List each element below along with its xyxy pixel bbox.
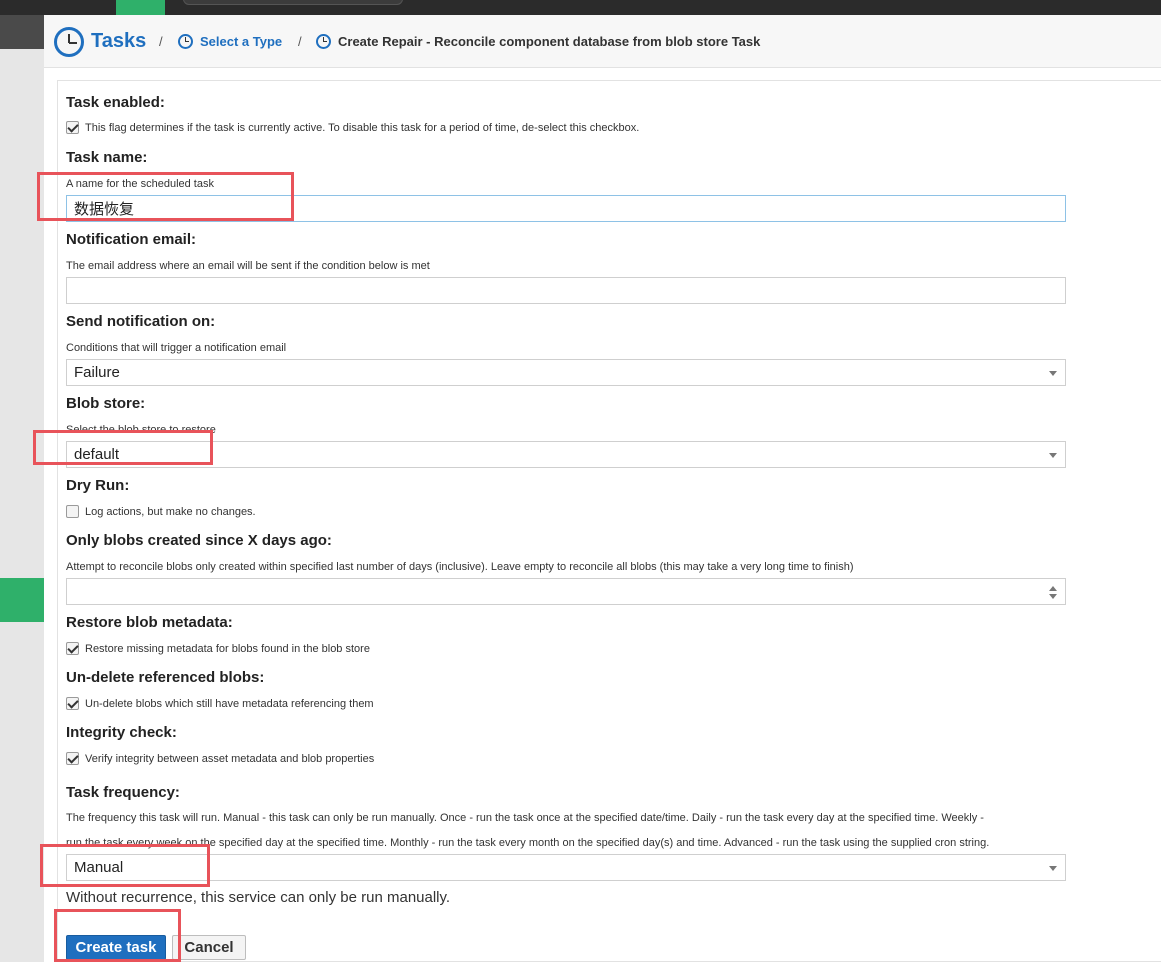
- spinner-up-icon[interactable]: [1049, 586, 1057, 591]
- undelete-label: Un-delete referenced blobs:: [66, 669, 265, 686]
- task-name-help: A name for the scheduled task: [66, 178, 214, 190]
- send-notification-label: Send notification on:: [66, 313, 216, 330]
- dry-run-row[interactable]: Log actions, but make no changes.: [66, 505, 256, 518]
- clock-icon: [178, 34, 193, 49]
- frequency-label: Task frequency:: [66, 784, 180, 801]
- restore-metadata-checkbox[interactable]: [66, 642, 79, 655]
- blob-store-label: Blob store:: [66, 395, 146, 412]
- task-name-label: Task name:: [66, 149, 148, 166]
- send-notification-select[interactable]: Failure: [66, 359, 1066, 386]
- restore-metadata-help: Restore missing metadata for blobs found…: [85, 642, 370, 655]
- search-box[interactable]: [183, 0, 403, 5]
- restore-metadata-label: Restore blob metadata:: [66, 614, 233, 631]
- task-enabled-checkbox[interactable]: [66, 121, 79, 134]
- undelete-checkbox[interactable]: [66, 697, 79, 710]
- frequency-note: Without recurrence, this service can onl…: [66, 889, 451, 906]
- since-days-label: Only blobs created since X days ago:: [66, 532, 332, 549]
- create-task-button[interactable]: Create task: [66, 935, 166, 960]
- undelete-help: Un-delete blobs which still have metadat…: [85, 697, 374, 710]
- breadcrumb-select-type-label[interactable]: Select a Type: [200, 34, 282, 49]
- dry-run-help: Log actions, but make no changes.: [85, 505, 256, 518]
- send-notification-value: Failure: [74, 364, 120, 381]
- integrity-label: Integrity check:: [66, 724, 177, 741]
- spinner-down-icon[interactable]: [1049, 594, 1057, 599]
- integrity-checkbox[interactable]: [66, 752, 79, 765]
- notification-email-label: Notification email:: [66, 231, 197, 248]
- notification-email-input[interactable]: [66, 277, 1066, 304]
- integrity-row[interactable]: Verify integrity between asset metadata …: [66, 752, 374, 765]
- since-days-help: Attempt to reconcile blobs only created …: [66, 561, 854, 573]
- top-toolbar: [0, 0, 1161, 15]
- dry-run-label: Dry Run:: [66, 477, 130, 494]
- frequency-help-line1: The frequency this task will run. Manual…: [66, 812, 984, 824]
- clock-icon: [316, 34, 331, 49]
- frequency-help-line2: run the task every week on the specified…: [66, 837, 990, 849]
- integrity-help: Verify integrity between asset metadata …: [85, 752, 375, 765]
- task-enabled-label: Task enabled:: [66, 94, 165, 111]
- blob-store-select[interactable]: default: [66, 441, 1066, 468]
- breadcrumb-separator: /: [159, 34, 163, 49]
- task-name-value: 数据恢复: [74, 201, 135, 218]
- blob-store-value: default: [74, 446, 120, 463]
- breadcrumb-root-label[interactable]: Tasks: [91, 30, 146, 53]
- notification-email-help: The email address where an email will be…: [66, 260, 430, 272]
- task-enabled-row[interactable]: This flag determines if the task is curr…: [66, 121, 639, 134]
- dry-run-checkbox[interactable]: [66, 505, 79, 518]
- breadcrumb-current: Create Repair - Reconcile component data…: [316, 15, 760, 68]
- cancel-button[interactable]: Cancel: [172, 935, 246, 960]
- breadcrumb-root[interactable]: Tasks: [54, 15, 146, 68]
- chevron-down-icon: [1049, 453, 1057, 458]
- frequency-select[interactable]: Manual: [66, 854, 1066, 881]
- breadcrumb-select-type[interactable]: Select a Type: [178, 15, 282, 68]
- restore-metadata-row[interactable]: Restore missing metadata for blobs found…: [66, 642, 370, 655]
- left-nav-header: [0, 15, 44, 49]
- breadcrumb: Tasks / Select a Type / Create Repair - …: [44, 15, 1161, 68]
- send-notification-help: Conditions that will trigger a notificat…: [66, 342, 287, 354]
- task-enabled-help: This flag determines if the task is curr…: [85, 121, 640, 134]
- toolbar-active-tab[interactable]: [116, 0, 165, 15]
- undelete-row[interactable]: Un-delete blobs which still have metadat…: [66, 697, 374, 710]
- task-name-input[interactable]: 数据恢复: [66, 195, 1066, 222]
- chevron-down-icon: [1049, 866, 1057, 871]
- breadcrumb-separator: /: [298, 34, 302, 49]
- breadcrumb-current-label: Create Repair - Reconcile component data…: [338, 34, 761, 49]
- chevron-down-icon: [1049, 371, 1057, 376]
- frequency-value: Manual: [74, 859, 124, 876]
- blob-store-help: Select the blob store to restore: [66, 424, 216, 436]
- since-days-input[interactable]: [66, 578, 1066, 605]
- clock-icon: [54, 26, 84, 57]
- left-nav-active-item[interactable]: [0, 578, 44, 622]
- left-nav: [0, 15, 44, 962]
